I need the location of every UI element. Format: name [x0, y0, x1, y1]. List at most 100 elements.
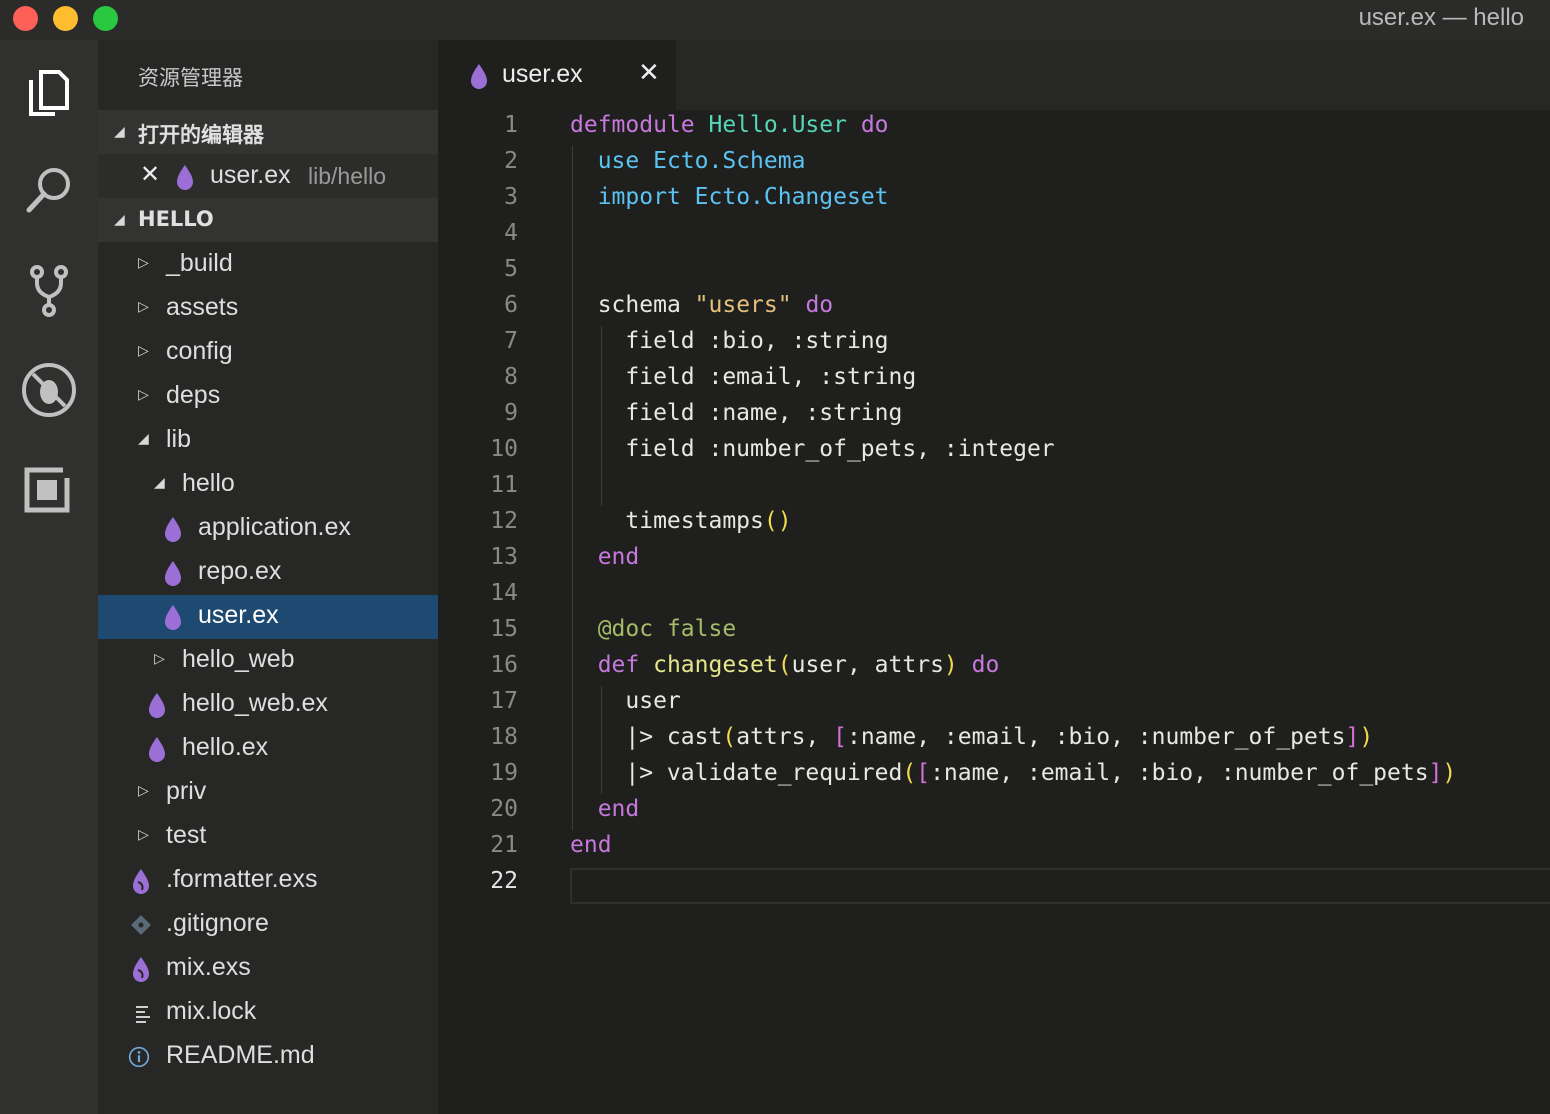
code-line-18: |> cast(attrs, [:name, :email, :bio, :nu…	[625, 724, 1374, 750]
code-line-8: field :email, :string	[625, 364, 917, 390]
code-line-19: |> validate_required([:name, :email, :bi…	[625, 760, 1457, 786]
tree-folder-test[interactable]: ▷ test	[98, 815, 438, 859]
tree-file-readme[interactable]: README.md	[98, 1035, 438, 1079]
search-icon[interactable]	[19, 160, 79, 220]
source-control-icon[interactable]	[19, 260, 79, 320]
expand-triangle-icon: ▷	[154, 651, 165, 667]
tree-folder-config[interactable]: ▷ config	[98, 331, 438, 375]
close-window-button[interactable]	[13, 6, 38, 31]
tree-file-hello-ex[interactable]: hello.ex	[98, 727, 438, 771]
tree-folder-lib[interactable]: ◢ lib	[98, 419, 438, 463]
tree-folder-deps[interactable]: ▷ deps	[98, 375, 438, 419]
code-line-3: import Ecto.Changeset	[597, 184, 889, 210]
expand-triangle-icon: ▷	[138, 827, 149, 843]
code-line-1: defmodule Hello.User do	[570, 112, 889, 138]
sidebar-title: 资源管理器	[138, 66, 243, 90]
expand-triangle-icon: ▷	[138, 387, 149, 403]
line-number: 4	[504, 220, 518, 246]
expand-triangle-icon: ▷	[138, 299, 149, 315]
line-number: 12	[490, 508, 518, 534]
code-line-17: user	[625, 688, 681, 714]
collapse-triangle-icon: ◢	[154, 475, 165, 491]
title-bar: user.ex — hello	[0, 0, 1550, 40]
line-number: 21	[490, 832, 518, 858]
line-number-current: 22	[490, 868, 518, 894]
minimize-window-button[interactable]	[53, 6, 78, 31]
code-editor[interactable]: 1 2 3 4 5 6 7 8 9 10 11 12 13 14 15 16 1…	[438, 110, 1550, 1114]
tab-bar: user.ex ✕	[438, 40, 1550, 110]
line-number: 13	[490, 544, 518, 570]
elixir-file-icon	[162, 604, 184, 630]
elixir-file-icon	[146, 736, 168, 762]
line-number: 2	[504, 148, 518, 174]
elixir-file-icon	[162, 516, 184, 542]
line-number: 3	[504, 184, 518, 210]
activity-bar	[0, 40, 98, 1114]
current-line-highlight	[570, 868, 1550, 904]
zoom-window-button[interactable]	[93, 6, 118, 31]
line-number: 18	[490, 724, 518, 750]
tree-folder-build[interactable]: ▷ _build	[98, 243, 438, 287]
tree-file-gitignore[interactable]: .gitignore	[98, 903, 438, 947]
line-number: 15	[490, 616, 518, 642]
code-line-21: end	[570, 832, 612, 858]
line-number: 19	[490, 760, 518, 786]
extensions-icon[interactable]	[19, 460, 79, 520]
code-line-20: end	[597, 796, 640, 822]
text-lines-icon	[134, 1000, 156, 1026]
code-line-9: field :name, :string	[625, 400, 903, 426]
tree-file-mix-lock[interactable]: mix.lock	[98, 991, 438, 1035]
tree-file-user-selected[interactable]: user.ex	[98, 595, 438, 639]
elixir-file-icon	[146, 692, 168, 718]
collapse-triangle-icon: ◢	[114, 212, 125, 228]
line-number: 8	[504, 364, 518, 390]
expand-triangle-icon: ▷	[138, 343, 149, 359]
collapse-triangle-icon: ◢	[114, 124, 125, 140]
code-line-13: end	[597, 544, 640, 570]
tree-folder-priv[interactable]: ▷ priv	[98, 771, 438, 815]
expand-triangle-icon: ▷	[138, 783, 149, 799]
tree-file-repo[interactable]: repo.ex	[98, 551, 438, 595]
close-tab-icon[interactable]: ✕	[638, 58, 660, 88]
line-number: 11	[490, 472, 518, 498]
expand-triangle-icon: ▷	[138, 255, 149, 271]
code-line-15: @doc false	[597, 616, 737, 642]
line-number: 14	[490, 580, 518, 606]
line-number: 9	[504, 400, 518, 426]
elixir-file-icon	[174, 164, 196, 190]
code-line-2: use Ecto.Schema	[597, 148, 806, 174]
line-number: 17	[490, 688, 518, 714]
project-header[interactable]: ◢ HELLO	[98, 198, 438, 242]
line-number: 1	[504, 112, 518, 138]
elixir-script-icon	[130, 868, 152, 894]
line-number: 6	[504, 292, 518, 318]
code-line-16: def changeset(user, attrs) do	[597, 652, 1000, 678]
tree-file-hello-web-ex[interactable]: hello_web.ex	[98, 683, 438, 727]
explorer-sidebar: 资源管理器 ◢ 打开的编辑器 ✕ user.ex lib/hello ◢ HEL…	[98, 40, 438, 1114]
editor: user.ex ✕ 1 2 3 4 5 6 7 8 9 10 11 12 13 …	[438, 40, 1550, 1114]
open-editors-header[interactable]: ◢ 打开的编辑器	[98, 110, 438, 154]
info-icon	[128, 1044, 150, 1070]
collapse-triangle-icon: ◢	[138, 431, 149, 447]
elixir-file-icon	[468, 62, 490, 90]
open-editor-item[interactable]: ✕ user.ex lib/hello	[98, 154, 438, 200]
window-title: user.ex — hello	[1358, 4, 1524, 31]
code-line-6: schema "users" do	[597, 292, 834, 318]
tree-folder-hello[interactable]: ◢ hello	[98, 463, 438, 507]
code-line-7: field :bio, :string	[625, 328, 889, 354]
line-number: 5	[504, 256, 518, 282]
close-editor-icon[interactable]: ✕	[140, 160, 160, 188]
code-line-12: timestamps()	[625, 508, 792, 534]
elixir-script-icon	[130, 956, 152, 982]
debug-icon[interactable]	[19, 360, 79, 420]
tree-file-mix-exs[interactable]: mix.exs	[98, 947, 438, 991]
tree-folder-assets[interactable]: ▷ assets	[98, 287, 438, 331]
tree-file-application[interactable]: application.ex	[98, 507, 438, 551]
git-icon	[130, 912, 152, 938]
elixir-file-icon	[162, 560, 184, 586]
tab-user-ex[interactable]: user.ex ✕	[438, 40, 676, 110]
explorer-icon[interactable]	[19, 62, 79, 122]
tree-folder-hello-web[interactable]: ▷ hello_web	[98, 639, 438, 683]
tree-file-formatter[interactable]: .formatter.exs	[98, 859, 438, 903]
line-number: 7	[504, 328, 518, 354]
